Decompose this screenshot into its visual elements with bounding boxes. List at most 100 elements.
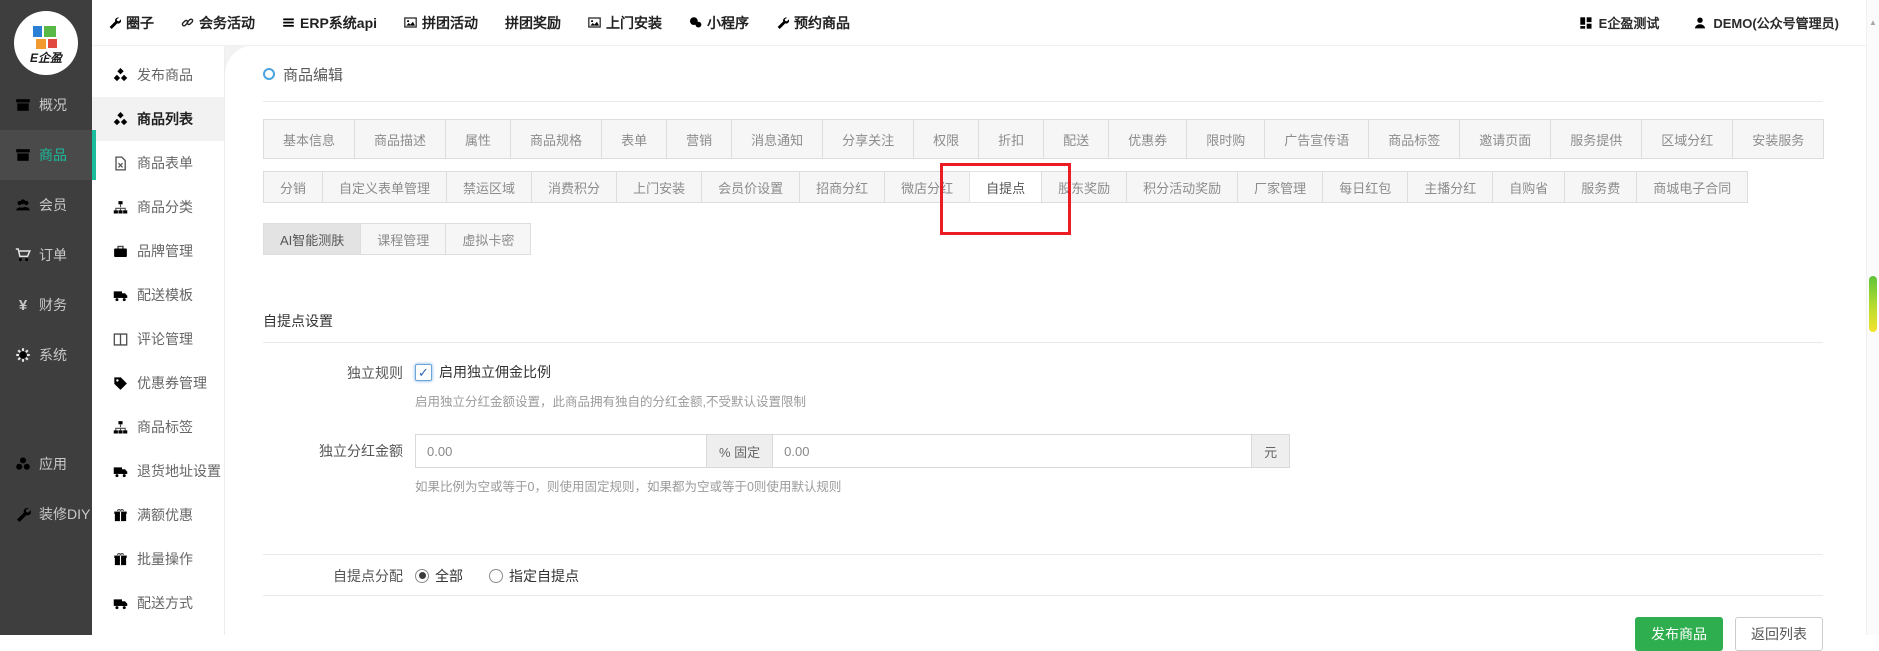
- sidebar-item-members[interactable]: 会员: [0, 180, 92, 230]
- wrench-icon: [108, 16, 121, 29]
- app-logo[interactable]: E企盈: [0, 0, 92, 80]
- tab-pickup-point[interactable]: 自提点: [969, 171, 1042, 203]
- top-navigation: 圈子 会务活动 ERP系统api 拼团活动 拼团奖励 上门安装 小程序 预约商品: [92, 13, 850, 33]
- radio-specified-pickup-points[interactable]: 指定自提点: [489, 566, 579, 586]
- menu-item-goods-category[interactable]: 商品分类: [92, 185, 224, 229]
- sidebar-item-label: 商品: [39, 145, 67, 165]
- tab-custom-form-manage[interactable]: 自定义表单管理: [322, 171, 447, 203]
- fixed-amount-input[interactable]: [772, 434, 1252, 468]
- user-menu[interactable]: DEMO(公众号管理员): [1693, 13, 1839, 32]
- sidebar-item-system[interactable]: 系统: [0, 330, 92, 380]
- tab-banned-region[interactable]: 禁运区域: [446, 171, 532, 203]
- tab-marketing[interactable]: 营销: [666, 119, 732, 159]
- tab-goods-spec[interactable]: 商品规格: [510, 119, 602, 159]
- tab-form[interactable]: 表单: [601, 119, 667, 159]
- tab-goods-tags[interactable]: 商品标签: [1368, 119, 1460, 159]
- nav-item-group-activity[interactable]: 拼团活动: [404, 13, 478, 33]
- menu-item-goods-tags[interactable]: 商品标签: [92, 405, 224, 449]
- radio-all-pickup-points[interactable]: 全部: [415, 566, 463, 586]
- tab-invite-page[interactable]: 邀请页面: [1459, 119, 1551, 159]
- scroll-up-arrow-icon[interactable]: ▲: [1867, 18, 1879, 27]
- sidebar-item-apps[interactable]: 应用: [0, 439, 92, 489]
- tab-share-follow[interactable]: 分享关注: [822, 119, 914, 159]
- tab-region-dividend[interactable]: 区域分红: [1641, 119, 1733, 159]
- nav-item-conference[interactable]: 会务活动: [181, 13, 255, 33]
- tab-service-provide[interactable]: 服务提供: [1550, 119, 1642, 159]
- tab-attributes[interactable]: 属性: [445, 119, 511, 159]
- tab-coupon[interactable]: 优惠券: [1108, 119, 1187, 159]
- page-header: 商品编辑: [263, 60, 1823, 88]
- tab-goods-description[interactable]: 商品描述: [354, 119, 446, 159]
- wrench-icon: [15, 506, 31, 522]
- menu-item-goods-list[interactable]: 商品列表: [92, 97, 224, 141]
- menu-label: 配送模板: [137, 285, 193, 305]
- menu-item-full-discount[interactable]: 满额优惠: [92, 493, 224, 537]
- shop-switcher[interactable]: E企盈测试: [1579, 13, 1660, 32]
- nav-item-circle[interactable]: 圈子: [108, 13, 154, 33]
- tab-daily-redpacket[interactable]: 每日红包: [1322, 171, 1408, 203]
- tab-install-service[interactable]: 安装服务: [1732, 119, 1824, 159]
- scrollbar-thumb[interactable]: [1869, 276, 1877, 332]
- cubes-icon: [113, 68, 128, 83]
- tab-permissions[interactable]: 权限: [913, 119, 979, 159]
- tab-delivery[interactable]: 配送: [1043, 119, 1109, 159]
- tab-self-purchase-save[interactable]: 自购省: [1492, 171, 1565, 203]
- sidebar-item-finance[interactable]: ¥ 财务: [0, 280, 92, 330]
- nav-label: ERP系统api: [300, 13, 377, 33]
- tab-ad-slogan[interactable]: 广告宣传语: [1264, 119, 1369, 159]
- menu-label: 批量操作: [137, 549, 193, 569]
- menu-label: 优惠券管理: [137, 373, 207, 393]
- nav-item-group-reward[interactable]: 拼团奖励: [505, 13, 561, 33]
- sidebar-item-overview[interactable]: 概况: [0, 80, 92, 130]
- form-row-dividend-amount: 独立分红金额 % 固定 元: [263, 434, 1823, 468]
- sidebar-item-goods[interactable]: 商品: [0, 130, 92, 180]
- tab-factory-manage[interactable]: 厂家管理: [1237, 171, 1323, 203]
- nav-item-booking-goods[interactable]: 预约商品: [776, 13, 850, 33]
- tab-door-install[interactable]: 上门安装: [616, 171, 702, 203]
- tab-points-activity-reward[interactable]: 积分活动奖励: [1126, 171, 1238, 203]
- menu-item-delivery-template[interactable]: 配送模板: [92, 273, 224, 317]
- tab-ai-skin-test[interactable]: AI智能测肤: [263, 223, 361, 255]
- nav-item-door-install[interactable]: 上门安装: [588, 13, 662, 33]
- tab-distribution[interactable]: 分销: [263, 171, 323, 203]
- tab-mall-econtract[interactable]: 商城电子合同: [1636, 171, 1748, 203]
- publish-goods-button[interactable]: 发布商品: [1635, 617, 1723, 651]
- user-name: DEMO(公众号管理员): [1713, 13, 1839, 32]
- radio-label: 全部: [435, 566, 463, 586]
- menu-item-goods-form[interactable]: 商品表单: [92, 141, 224, 185]
- tab-service-fee[interactable]: 服务费: [1564, 171, 1637, 203]
- tab-shareholder-reward[interactable]: 股东奖励: [1041, 171, 1127, 203]
- tab-consume-points[interactable]: 消费积分: [531, 171, 617, 203]
- menu-item-publish-goods[interactable]: 发布商品: [92, 53, 224, 97]
- menu-item-return-address[interactable]: 退货地址设置: [92, 449, 224, 493]
- tab-discount[interactable]: 折扣: [978, 119, 1044, 159]
- percent-input[interactable]: [415, 434, 707, 468]
- list-icon: [282, 16, 295, 29]
- tab-basic-info[interactable]: 基本信息: [263, 119, 355, 159]
- tab-course-manage[interactable]: 课程管理: [360, 223, 446, 255]
- tab-merchant-dividend[interactable]: 招商分红: [799, 171, 885, 203]
- nav-label: 拼团奖励: [505, 13, 561, 33]
- menu-label: 商品分类: [137, 197, 193, 217]
- nav-item-erp-api[interactable]: ERP系统api: [282, 13, 377, 33]
- enable-commission-checkbox[interactable]: ✓: [415, 364, 432, 381]
- menu-item-comment-manage[interactable]: 评论管理: [92, 317, 224, 361]
- back-to-list-button[interactable]: 返回列表: [1735, 617, 1823, 651]
- tab-flash-sale[interactable]: 限时购: [1186, 119, 1265, 159]
- sidebar-item-decorate-diy[interactable]: 装修DIY: [0, 489, 92, 539]
- nav-item-mini-program[interactable]: 小程序: [689, 13, 749, 33]
- window-scrollbar[interactable]: ▲: [1866, 0, 1879, 635]
- menu-item-batch-operation[interactable]: 批量操作: [92, 537, 224, 581]
- sitemap-icon: [113, 200, 128, 215]
- tab-virtual-card[interactable]: 虚拟卡密: [445, 223, 531, 255]
- menu-item-coupon-manage[interactable]: 优惠券管理: [92, 361, 224, 405]
- form-row-pickup-assign: 自提点分配 全部 指定自提点: [263, 565, 1823, 586]
- menu-item-delivery-method[interactable]: 配送方式: [92, 581, 224, 625]
- menu-item-brand-manage[interactable]: 品牌管理: [92, 229, 224, 273]
- tab-anchor-dividend[interactable]: 主播分红: [1407, 171, 1493, 203]
- sidebar-item-label: 系统: [39, 345, 67, 365]
- sidebar-item-orders[interactable]: 订单: [0, 230, 92, 280]
- tab-member-price[interactable]: 会员价设置: [701, 171, 800, 203]
- tab-microshop-dividend[interactable]: 微店分红: [884, 171, 970, 203]
- tab-message-notify[interactable]: 消息通知: [731, 119, 823, 159]
